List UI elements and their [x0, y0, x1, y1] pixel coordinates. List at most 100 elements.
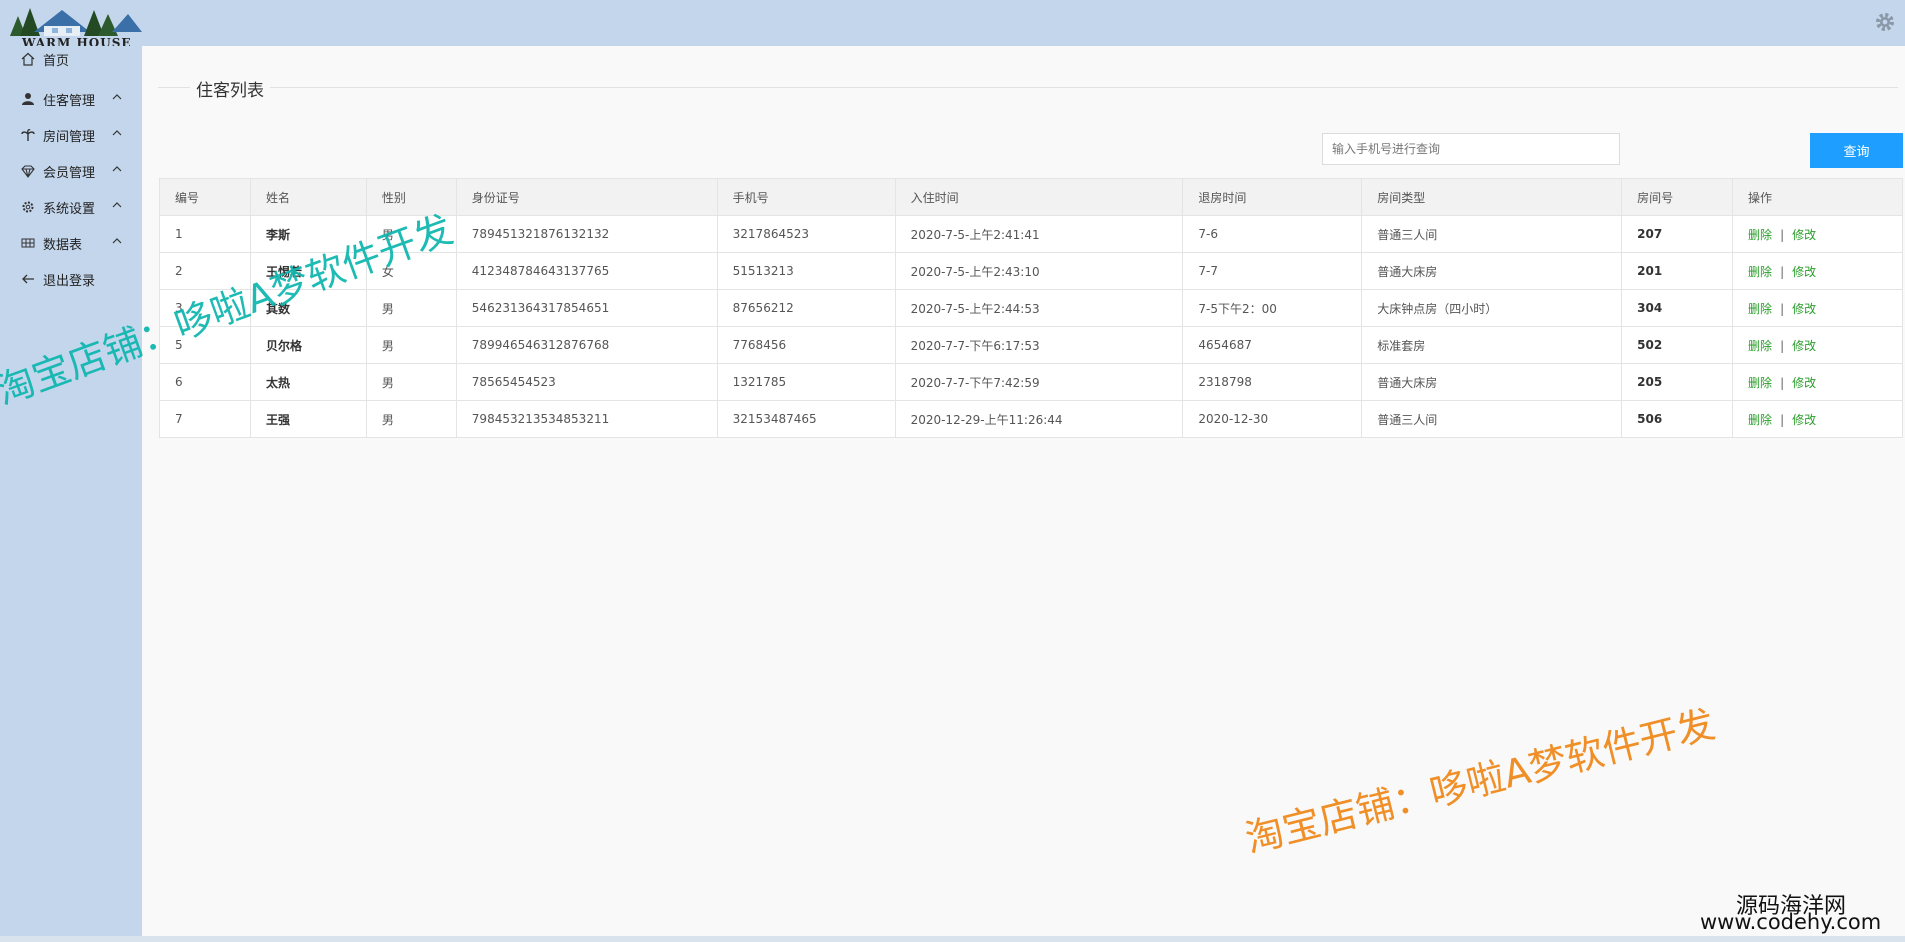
cell-checkin-time: 2020-7-7-下午6:17:53 — [894, 326, 1184, 364]
cell-room-type: 标准套房 — [1361, 326, 1623, 364]
gear-icon — [20, 199, 36, 215]
cell-actions: 删除 | 修改 — [1732, 363, 1903, 401]
cell-checkin-time: 2020-7-5-上午2:43:10 — [894, 252, 1184, 290]
table-icon — [20, 235, 36, 251]
search-button[interactable]: 查询 — [1810, 133, 1903, 168]
user-icon — [20, 91, 36, 107]
sidebar-item-label: 首页 — [43, 53, 70, 69]
cell-gender: 女 — [365, 252, 457, 290]
cell-room-number: 201 — [1621, 252, 1734, 290]
delete-link[interactable]: 删除 — [1748, 265, 1772, 279]
diamond-icon — [20, 163, 36, 179]
cell-checkin-time: 2020-7-7-下午7:42:59 — [894, 363, 1184, 401]
cell-gender: 男 — [365, 326, 457, 364]
sidebar-item-system-settings[interactable]: 系统设置 — [0, 192, 142, 222]
edit-link[interactable]: 修改 — [1792, 339, 1816, 353]
cell-id: 6 — [159, 363, 251, 401]
edit-link[interactable]: 修改 — [1792, 413, 1816, 427]
cell-id-number: 798453213534853211 — [455, 400, 718, 438]
phone-search-input[interactable] — [1322, 133, 1620, 165]
cell-id-number: 789946546312876768 — [455, 326, 718, 364]
cell-id-number: 546231364317854651 — [455, 289, 718, 327]
chevron-up-icon — [112, 166, 122, 172]
cell-phone: 51513213 — [716, 252, 896, 290]
column-header: 入住时间 — [894, 178, 1184, 216]
cell-gender: 男 — [365, 363, 457, 401]
palm-icon — [20, 127, 36, 143]
home-icon — [20, 51, 36, 67]
action-separator: | — [1780, 375, 1785, 390]
action-separator: | — [1780, 301, 1785, 316]
edit-link[interactable]: 修改 — [1792, 302, 1816, 316]
sidebar-item-data-tables[interactable]: 数据表 — [0, 228, 142, 258]
sidebar-item-member-management[interactable]: 会员管理 — [0, 156, 142, 186]
cell-room-type: 普通大床房 — [1361, 363, 1623, 401]
cell-id-number: 412348784643137765 — [455, 252, 718, 290]
cell-checkout-time: 4654687 — [1182, 326, 1363, 364]
chevron-up-icon — [112, 202, 122, 208]
delete-link[interactable]: 删除 — [1748, 228, 1772, 242]
cell-id: 3 — [159, 289, 251, 327]
bottom-strip — [0, 936, 1905, 942]
cell-id-number: 789451321876132132 — [455, 215, 718, 253]
edit-link[interactable]: 修改 — [1792, 376, 1816, 390]
cell-checkin-time: 2020-7-5-上午2:44:53 — [894, 289, 1184, 327]
cell-id: 2 — [159, 252, 251, 290]
cell-checkout-time: 2318798 — [1182, 363, 1363, 401]
cell-checkin-time: 2020-12-29-上午11:26:44 — [894, 400, 1184, 438]
column-header: 身份证号 — [455, 178, 718, 216]
cell-name: 王强 — [249, 400, 367, 438]
title-divider — [158, 87, 1898, 88]
table-row: 6 太热 男 78565454523 1321785 2020-7-7-下午7:… — [159, 363, 1903, 401]
cell-actions: 删除 | 修改 — [1732, 252, 1903, 290]
table-row: 2 王惕若 女 412348784643137765 51513213 2020… — [159, 252, 1903, 290]
sidebar-item-home[interactable]: 首页 — [0, 44, 142, 74]
cell-room-type: 大床钟点房（四小时） — [1361, 289, 1623, 327]
guest-table: 编号 姓名 性别 身份证号 手机号 入住时间 退房时间 房间类型 房间号 操作 … — [159, 178, 1903, 438]
cell-phone: 87656212 — [716, 289, 896, 327]
column-header: 操作 — [1732, 178, 1903, 216]
sidebar-item-label: 住客管理 — [43, 93, 96, 109]
cell-phone: 32153487465 — [716, 400, 896, 438]
column-header: 房间类型 — [1361, 178, 1623, 216]
cell-room-number: 506 — [1621, 400, 1734, 438]
delete-link[interactable]: 删除 — [1748, 376, 1772, 390]
table-row: 7 王强 男 798453213534853211 32153487465 20… — [159, 400, 1903, 438]
column-header: 性别 — [365, 178, 457, 216]
delete-link[interactable]: 删除 — [1748, 339, 1772, 353]
cell-actions: 删除 | 修改 — [1732, 400, 1903, 438]
cell-name: 其数 — [249, 289, 367, 327]
cell-gender: 男 — [365, 400, 457, 438]
edit-link[interactable]: 修改 — [1792, 228, 1816, 242]
edit-link[interactable]: 修改 — [1792, 265, 1816, 279]
settings-gear-icon[interactable] — [1873, 10, 1897, 34]
table-row: 3 其数 男 546231364317854651 87656212 2020-… — [159, 289, 1903, 327]
action-separator: | — [1780, 412, 1785, 427]
cell-checkout-time: 7-5下午2：00 — [1182, 289, 1363, 327]
cell-room-type: 普通三人间 — [1361, 215, 1623, 253]
chevron-up-icon — [112, 94, 122, 100]
delete-link[interactable]: 删除 — [1748, 413, 1772, 427]
table-row: 5 贝尔格 男 789946546312876768 7768456 2020-… — [159, 326, 1903, 364]
cell-phone: 7768456 — [716, 326, 896, 364]
cell-actions: 删除 | 修改 — [1732, 326, 1903, 364]
sidebar-item-guest-management[interactable]: 住客管理 — [0, 84, 142, 114]
sidebar-item-label: 数据表 — [43, 237, 83, 253]
chevron-up-icon — [112, 130, 122, 136]
sidebar-item-logout[interactable]: 退出登录 — [0, 264, 142, 294]
cell-checkout-time: 7-6 — [1182, 215, 1363, 253]
table-row: 1 李斯 男 789451321876132132 3217864523 202… — [159, 215, 1903, 253]
logo: WARM HOUSE — [4, 2, 142, 50]
cell-phone: 3217864523 — [716, 215, 896, 253]
delete-link[interactable]: 删除 — [1748, 302, 1772, 316]
cell-actions: 删除 | 修改 — [1732, 215, 1903, 253]
cell-room-type: 普通三人间 — [1361, 400, 1623, 438]
action-separator: | — [1780, 338, 1785, 353]
cell-room-number: 502 — [1621, 326, 1734, 364]
sidebar-item-room-management[interactable]: 房间管理 — [0, 120, 142, 150]
cell-checkout-time: 7-7 — [1182, 252, 1363, 290]
cell-gender: 男 — [365, 289, 457, 327]
sidebar-item-label: 房间管理 — [43, 129, 96, 145]
arrow-left-icon — [20, 271, 36, 287]
cell-checkin-time: 2020-7-5-上午2:41:41 — [894, 215, 1184, 253]
